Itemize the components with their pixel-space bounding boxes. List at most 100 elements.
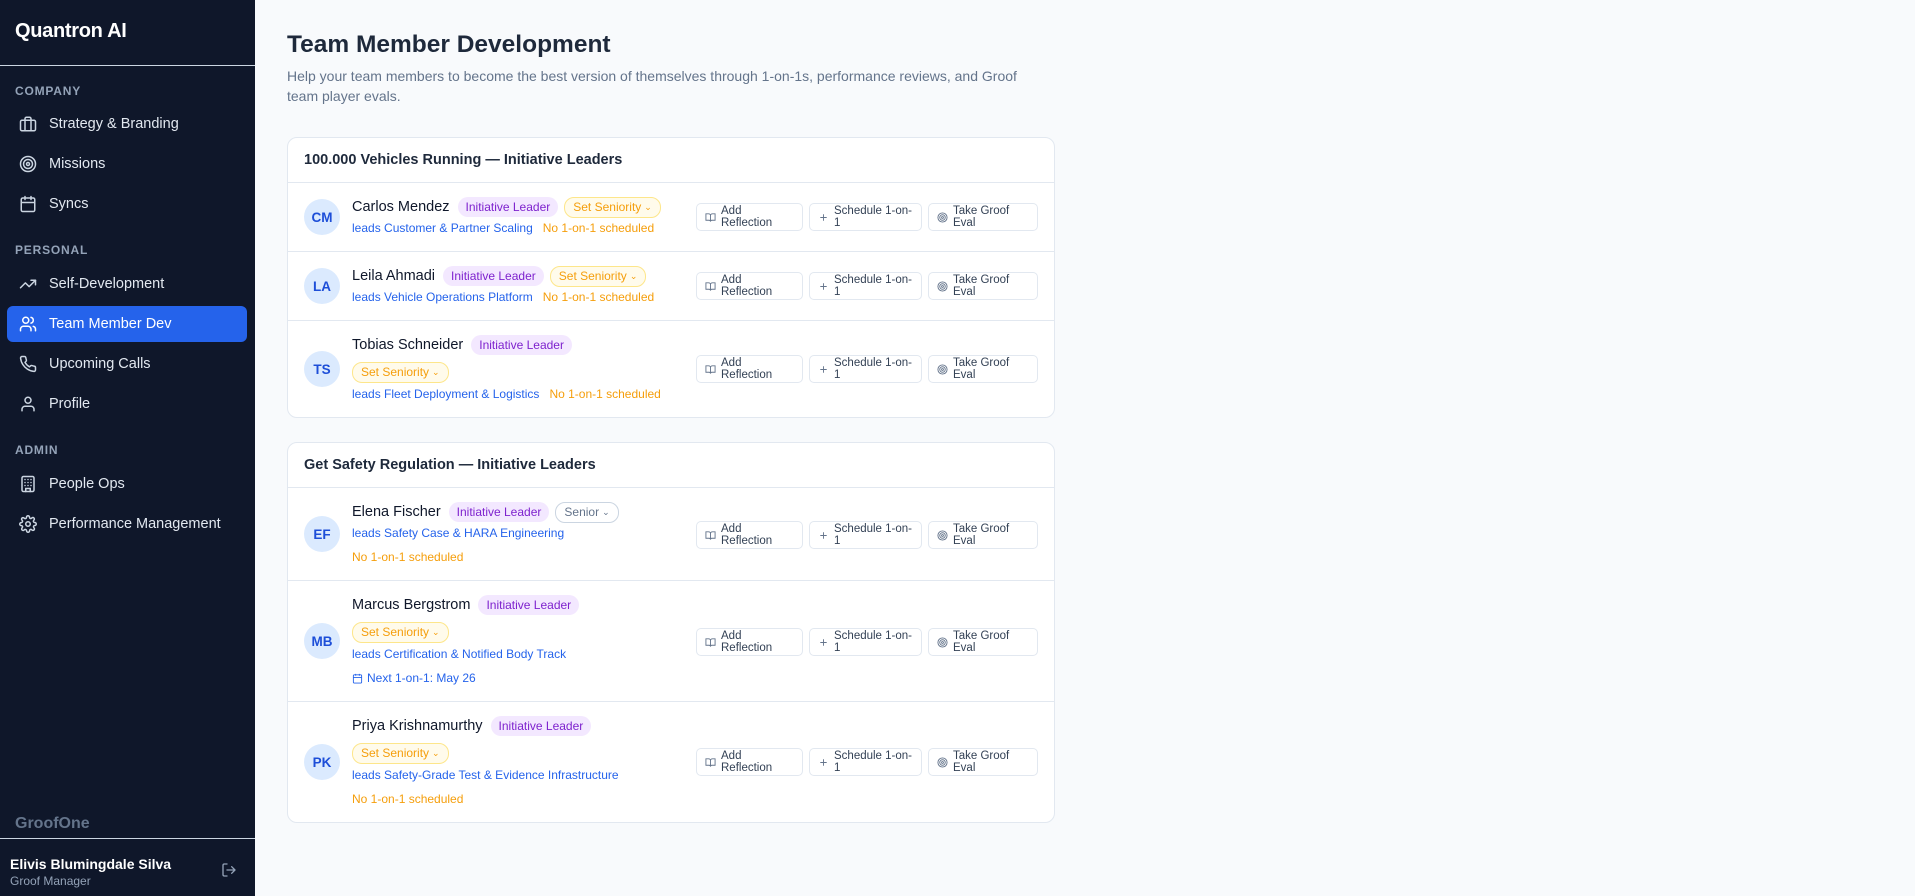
user-profile: Elivis Blumingdale Silva Groof Manager [0, 838, 255, 896]
take-groof-eval-button[interactable]: Take Groof Eval [928, 203, 1038, 231]
target-icon [937, 529, 948, 541]
target-icon [19, 155, 37, 173]
leads-link[interactable]: leads Customer & Partner Scaling [352, 221, 533, 235]
nav-section-personal: PERSONAL [15, 243, 89, 257]
leads-link[interactable]: leads Safety-Grade Test & Evidence Infra… [352, 768, 619, 782]
next-one-on-one: Next 1-on-1: May 26 [352, 671, 476, 685]
member-name: Leila Ahmadi [352, 268, 436, 284]
add-reflection-button[interactable]: Add Reflection [696, 521, 803, 549]
leads-link[interactable]: leads Certification & Notified Body Trac… [352, 647, 566, 661]
sidebar-item-performance-management[interactable]: Performance Management [7, 506, 247, 542]
add-reflection-button[interactable]: Add Reflection [696, 272, 803, 300]
take-groof-eval-button[interactable]: Take Groof Eval [928, 748, 1038, 776]
sidebar-item-label: Syncs [49, 196, 89, 212]
seniority-dropdown[interactable]: Senior ⌄ [555, 501, 619, 523]
leads-link[interactable]: leads Fleet Deployment & Logistics [352, 387, 539, 401]
one-on-one-status: Next 1-on-1: May 26 [367, 671, 476, 685]
book-icon [705, 530, 716, 541]
users-icon [19, 315, 37, 333]
leads-link[interactable]: leads Safety Case & HARA Engineering [352, 526, 564, 540]
member-row: TS Tobias Schneider Initiative Leader Se… [288, 321, 1054, 417]
one-on-one-status: No 1-on-1 scheduled [352, 792, 464, 806]
role-badge: Initiative Leader [471, 335, 572, 355]
seniority-dropdown[interactable]: Set Seniority ⌄ [549, 265, 647, 287]
member-name: Tobias Schneider [352, 337, 464, 353]
main-content: Team Member Development Help your team m… [255, 0, 1915, 896]
plus-icon [818, 530, 829, 541]
sidebar-item-strategy[interactable]: Strategy & Branding [7, 106, 247, 142]
user-role: Groof Manager [10, 874, 91, 888]
role-badge: Initiative Leader [448, 502, 550, 522]
seniority-dropdown[interactable]: Set Seniority ⌄ [564, 196, 661, 218]
member-name: Marcus Bergstrom [352, 597, 471, 613]
nav-section-company: COMPANY [15, 84, 82, 98]
briefcase-icon [19, 115, 37, 133]
avatar: EF [304, 516, 340, 552]
take-groof-eval-button[interactable]: Take Groof Eval [928, 272, 1038, 300]
trending-up-icon [19, 275, 37, 293]
logout-icon[interactable] [221, 862, 237, 878]
chevron-down-icon: ⌄ [602, 506, 610, 517]
schedule-one-on-one-button[interactable]: Schedule 1-on-1 [809, 272, 922, 300]
take-groof-eval-button[interactable]: Take Groof Eval [928, 628, 1038, 656]
seniority-dropdown[interactable]: Set Seniority ⌄ [352, 361, 449, 383]
target-icon [937, 211, 948, 223]
sidebar-item-syncs[interactable]: Syncs [7, 186, 247, 222]
phone-icon [19, 355, 37, 373]
member-row: PK Priya Krishnamurthy Initiative Leader… [288, 702, 1054, 822]
sidebar-item-profile[interactable]: Profile [7, 386, 247, 422]
schedule-one-on-one-button[interactable]: Schedule 1-on-1 [809, 203, 922, 231]
chevron-down-icon: ⌄ [432, 747, 440, 758]
target-icon [937, 636, 948, 648]
add-reflection-button[interactable]: Add Reflection [696, 748, 803, 776]
calendar-icon [19, 195, 37, 213]
sidebar-item-label: Performance Management [49, 516, 221, 532]
add-reflection-button[interactable]: Add Reflection [696, 203, 803, 231]
one-on-one-status: No 1-on-1 scheduled [542, 290, 655, 304]
schedule-one-on-one-button[interactable]: Schedule 1-on-1 [809, 748, 922, 776]
sidebar-item-missions[interactable]: Missions [7, 146, 247, 182]
app-logo: Quantron AI [0, 0, 255, 66]
seniority-dropdown[interactable]: Set Seniority ⌄ [352, 742, 449, 764]
sidebar-item-upcoming-calls[interactable]: Upcoming Calls [7, 346, 247, 382]
seniority-label: Set Seniority [361, 625, 430, 639]
user-icon [19, 395, 37, 413]
schedule-one-on-one-button[interactable]: Schedule 1-on-1 [809, 521, 922, 549]
sidebar-item-label: Upcoming Calls [49, 356, 151, 372]
leads-link[interactable]: leads Vehicle Operations Platform [352, 290, 533, 304]
target-icon [937, 756, 948, 768]
avatar: PK [304, 744, 340, 780]
role-badge: Initiative Leader [490, 716, 592, 736]
sidebar-item-label: Missions [49, 156, 106, 172]
calendar-icon [352, 673, 363, 684]
sidebar-item-team-member-dev[interactable]: Team Member Dev [7, 306, 247, 342]
take-groof-eval-button[interactable]: Take Groof Eval [928, 355, 1038, 383]
sidebar-item-label: People Ops [49, 476, 125, 492]
add-reflection-button[interactable]: Add Reflection [696, 628, 803, 656]
target-icon [937, 363, 948, 375]
member-row: MB Marcus Bergstrom Initiative Leader Se… [288, 581, 1054, 702]
member-name: Carlos Mendez [352, 199, 450, 215]
sidebar-item-self-development[interactable]: Self-Development [7, 266, 247, 302]
plus-icon [818, 637, 829, 648]
chevron-down-icon: ⌄ [629, 270, 638, 281]
avatar: CM [304, 199, 340, 235]
sidebar-item-people-ops[interactable]: People Ops [7, 466, 247, 502]
chevron-down-icon: ⌄ [644, 201, 652, 212]
take-groof-eval-button[interactable]: Take Groof Eval [928, 521, 1038, 549]
plus-icon [818, 212, 829, 223]
seniority-dropdown[interactable]: Set Seniority ⌄ [352, 621, 449, 643]
sidebar-item-label: Strategy & Branding [49, 116, 179, 132]
group-title: Get Safety Regulation — Initiative Leade… [288, 443, 1054, 488]
sidebar: Quantron AI COMPANY Strategy & Branding … [0, 0, 255, 896]
plus-icon [818, 364, 829, 375]
one-on-one-status: No 1-on-1 scheduled [549, 387, 661, 401]
add-reflection-button[interactable]: Add Reflection [696, 355, 803, 383]
page-title: Team Member Development [287, 31, 611, 58]
target-icon [937, 280, 948, 292]
seniority-label: Set Seniority [573, 200, 642, 214]
book-icon [705, 212, 716, 223]
schedule-one-on-one-button[interactable]: Schedule 1-on-1 [809, 628, 922, 656]
avatar: LA [304, 268, 340, 304]
schedule-one-on-one-button[interactable]: Schedule 1-on-1 [809, 355, 922, 383]
